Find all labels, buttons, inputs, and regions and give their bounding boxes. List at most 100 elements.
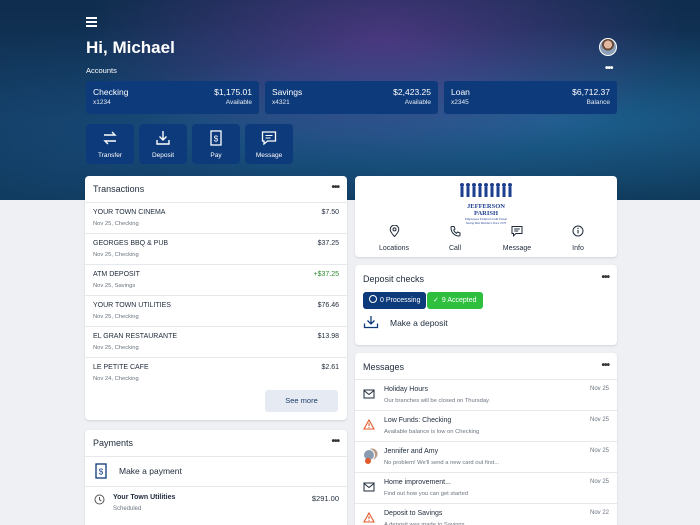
account-number: x4321 xyxy=(272,99,290,106)
message-row[interactable]: Deposit to Savings A deposit was made to … xyxy=(355,503,617,525)
transaction-row[interactable]: GEORGES BBQ & PUB Nov 25, Checking $37.25 xyxy=(85,233,347,264)
payment-name: Your Town Utilities xyxy=(113,494,176,501)
message-row[interactable]: Low Funds: Checking Available balance is … xyxy=(355,410,617,441)
message-preview: Available balance is low on Checking xyxy=(384,429,480,435)
message-date: Nov 22 xyxy=(589,510,609,516)
message-preview: Find out how you can get started xyxy=(384,491,469,497)
info-label: Info xyxy=(572,245,584,252)
transaction-row[interactable]: YOUR TOWN UTILITIES Nov 25, Checking $76.4… xyxy=(85,295,347,326)
message-contact-label: Message xyxy=(502,245,532,252)
transfer-icon xyxy=(103,131,117,145)
account-number: x2345 xyxy=(451,99,469,106)
pay-button[interactable]: $ Pay xyxy=(192,124,240,164)
account-name: Loan xyxy=(451,87,470,97)
checkmark-icon: ✓ xyxy=(433,297,439,304)
message-preview: Our branches will be closed on Thursday. xyxy=(384,398,491,404)
greeting: Hi, Michael xyxy=(86,38,175,57)
payments-panel: Payments ••• $ Make a payment Your Town … xyxy=(85,430,347,525)
messages-more-icon[interactable]: ••• xyxy=(601,360,609,371)
message-label: Message xyxy=(255,152,283,159)
profile-avatar[interactable] xyxy=(599,38,617,56)
svg-text:$: $ xyxy=(214,135,219,144)
messages-title: Messages xyxy=(363,362,405,372)
message-icon xyxy=(261,131,277,146)
locations-label: Locations xyxy=(379,245,409,252)
account-card-loan[interactable]: Loan x2345 $6,712.37 Balance xyxy=(444,81,617,114)
message-title: Home improvement... xyxy=(384,479,451,486)
transaction-row[interactable]: ATM DEPOSIT Nov 25, Savings +$37.25 xyxy=(85,264,347,295)
make-payment-label: Make a payment xyxy=(119,466,182,476)
transaction-detail: Nov 25, Checking xyxy=(93,221,139,227)
account-amount: $6,712.37 xyxy=(572,87,610,97)
transaction-amount: $76.46 xyxy=(317,302,339,309)
clock-icon xyxy=(369,295,377,303)
account-card-checking[interactable]: Checking x1234 $1,175.01 Available xyxy=(86,81,259,114)
accounts-label: Accounts xyxy=(86,66,117,75)
message-date: Nov 25 xyxy=(589,448,609,454)
payments-title: Payments xyxy=(93,438,134,448)
avatar-icon xyxy=(363,448,379,469)
transaction-amount: $13.98 xyxy=(317,333,339,340)
transaction-name: EL GRAN RESTAURANTE xyxy=(93,333,178,340)
people-silhouettes-icon xyxy=(460,183,512,197)
account-sublabel: Available xyxy=(404,99,431,106)
transaction-row[interactable]: YOUR TOWN CINEMA Nov 25, Checking $7.50 xyxy=(85,202,347,233)
logo-title: JEFFERSON PARISH xyxy=(467,203,505,217)
account-amount: $1,175.01 xyxy=(214,87,252,97)
account-name: Checking xyxy=(93,87,129,97)
mail-icon xyxy=(363,479,375,497)
transaction-amount: $37.25 xyxy=(317,240,339,247)
deposit-checks-title: Deposit checks xyxy=(363,274,425,284)
transaction-amount: $7.50 xyxy=(321,209,339,216)
message-row[interactable]: Home improvement... Find out how you can … xyxy=(355,472,617,503)
transactions-more-icon[interactable]: ••• xyxy=(331,182,339,193)
info-button[interactable]: Info xyxy=(553,224,603,252)
call-button[interactable]: Call xyxy=(430,224,480,252)
mail-icon xyxy=(363,386,375,404)
accounts-more-icon[interactable]: ••• xyxy=(605,63,613,74)
message-title: Deposit to Savings xyxy=(384,510,443,517)
info-icon xyxy=(572,225,584,237)
transfer-button[interactable]: Transfer xyxy=(86,124,134,164)
transaction-amount: $2.61 xyxy=(321,364,339,371)
see-more-button[interactable]: See more xyxy=(265,390,338,412)
locations-button[interactable]: Locations xyxy=(369,224,419,252)
payment-item[interactable]: Your Town Utilities Scheduled $291.00 xyxy=(85,486,347,520)
transaction-name: LE PETITE CAFE xyxy=(93,364,149,371)
hamburger-menu-icon[interactable] xyxy=(86,17,97,27)
message-button[interactable]: Message xyxy=(245,124,293,164)
location-pin-icon xyxy=(389,224,399,238)
processing-chip[interactable]: 0 Processing xyxy=(363,292,427,309)
message-date: Nov 25 xyxy=(589,479,609,485)
deposit-icon xyxy=(156,131,170,145)
message-title: Low Funds: Checking xyxy=(384,417,452,424)
deposit-icon xyxy=(363,316,379,329)
transfer-label: Transfer xyxy=(98,152,122,159)
make-payment-row[interactable]: $ Make a payment xyxy=(85,456,347,486)
transaction-detail: Nov 25, Checking xyxy=(93,345,139,351)
pay-label: Pay xyxy=(210,152,222,159)
deposit-button[interactable]: Deposit xyxy=(139,124,187,164)
transaction-row[interactable]: LE PETITE CAFE Nov 24, Checking $2.61 xyxy=(85,357,347,388)
deposit-checks-more-icon[interactable]: ••• xyxy=(601,272,609,283)
transactions-panel: Transactions ••• YOUR TOWN CINEMA Nov 25,… xyxy=(85,176,347,420)
transaction-detail: Nov 25, Checking xyxy=(93,314,139,320)
account-card-savings[interactable]: Savings x4321 $2,423.25 Available xyxy=(265,81,438,114)
phone-icon xyxy=(449,226,460,237)
account-amount: $2,423.25 xyxy=(393,87,431,97)
clock-icon xyxy=(94,494,105,505)
message-row[interactable]: Jennifer and Amy No problem! We'll send a… xyxy=(355,441,617,472)
message-row[interactable]: Holiday Hours Our branches will be closed… xyxy=(355,379,617,410)
accepted-label: 9 Accepted xyxy=(441,297,477,304)
transaction-name: GEORGES BBQ & PUB xyxy=(93,240,169,247)
message-contact-button[interactable]: Message xyxy=(492,224,542,252)
svg-text:$: $ xyxy=(99,468,104,477)
account-name: Savings xyxy=(272,87,303,97)
accepted-chip[interactable]: ✓ 9 Accepted xyxy=(427,292,483,309)
payments-more-icon[interactable]: ••• xyxy=(331,436,339,447)
message-date: Nov 25 xyxy=(589,417,609,423)
account-number: x1234 xyxy=(93,99,111,106)
make-deposit-row[interactable]: Make a deposit xyxy=(363,315,483,335)
call-label: Call xyxy=(448,245,462,252)
transaction-row[interactable]: EL GRAN RESTAURANTE Nov 25, Checking $13.9… xyxy=(85,326,347,357)
